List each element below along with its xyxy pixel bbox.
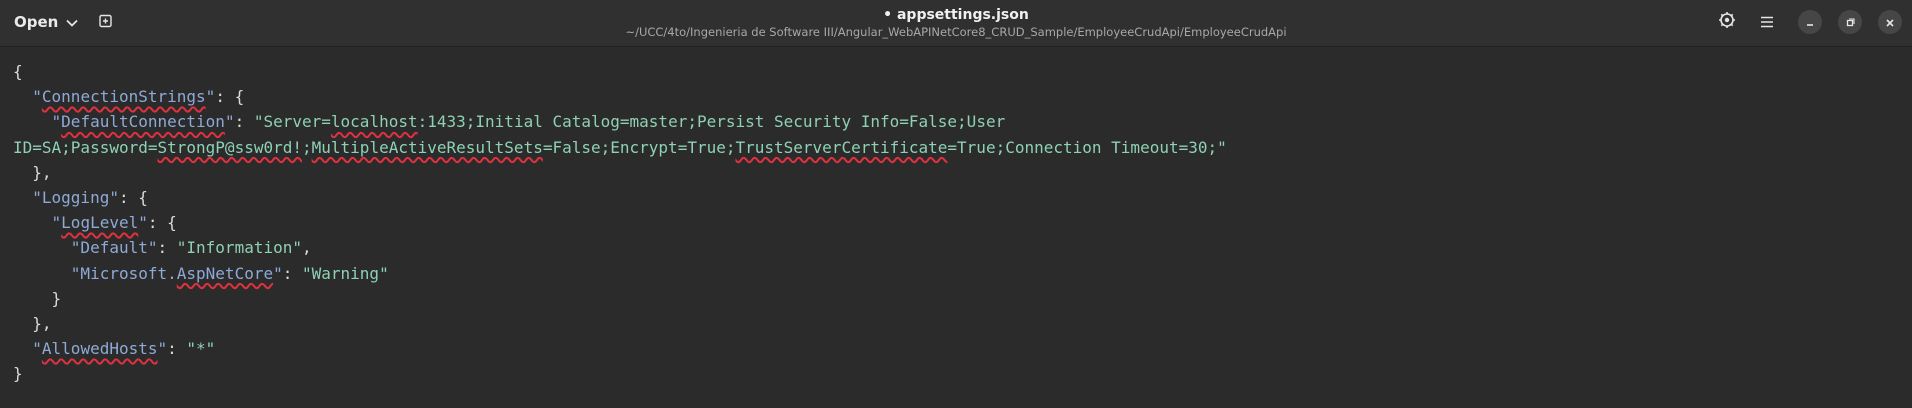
code-line: "LogLevel": { [51, 213, 177, 233]
code-line: "AllowedHosts": "*" [32, 339, 216, 359]
close-button[interactable] [1878, 10, 1902, 34]
spellcheck-word: localhost [330, 112, 418, 132]
spellcheck-word: StrongP@ssw0rd! [157, 137, 303, 157]
json-string: "Information" [176, 238, 302, 258]
json-key: "LogLevel" [51, 213, 148, 233]
code-line: }, [13, 162, 52, 182]
hamburger-menu-icon [1760, 13, 1774, 32]
json-key: "DefaultConnection" [51, 112, 235, 132]
code-line: { [13, 62, 23, 81]
json-string: ID=SA;Password=StrongP@ssw0rd!;MultipleA… [13, 137, 1227, 157]
code-line: ID=SA;Password=StrongP@ssw0rd!;MultipleA… [13, 138, 1227, 157]
code-line: } [13, 288, 62, 308]
spellcheck-word: LogLevel [61, 213, 139, 233]
settings-button[interactable] [1712, 8, 1742, 36]
json-key: "Logging" [32, 188, 119, 208]
code-line: }, [13, 314, 52, 334]
spellcheck-word: TrustServerCertificate [735, 137, 948, 157]
main-menu-button[interactable] [1752, 8, 1782, 36]
json-key: "ConnectionStrings" [32, 87, 216, 107]
spellcheck-word: AllowedHosts [41, 339, 158, 359]
window-controls [1712, 8, 1902, 36]
code-line: "Microsoft.AspNetCore": "Warning" [70, 263, 389, 283]
restore-button[interactable] [1838, 10, 1862, 34]
document-path: ~/UCC/4to/Ingenieria de Software III/Ang… [625, 25, 1287, 39]
gear-icon [1718, 11, 1736, 33]
code-line: "Default": "Information", [70, 238, 312, 258]
code-line: "ConnectionStrings": { [32, 87, 245, 107]
code-line: } [13, 364, 23, 384]
spellcheck-word: AspNetCore [176, 263, 274, 283]
text-editor-area[interactable]: { "ConnectionStrings": { "DefaultConnect… [0, 47, 1912, 408]
code-line: "DefaultConnection": "Server=localhost:1… [51, 112, 1006, 132]
json-key: "Default" [70, 238, 158, 258]
open-label: Open [14, 13, 59, 31]
code-line: "Logging": { [32, 188, 148, 208]
json-string: "*" [186, 339, 216, 359]
document-title: • appsettings.json [883, 7, 1029, 23]
open-button[interactable]: Open [6, 9, 86, 35]
spellcheck-word: MultipleActiveResultSets [311, 137, 543, 157]
title-area: • appsettings.json ~/UCC/4to/Ingenieria … [500, 6, 1412, 40]
json-string: "Server=localhost:1433;Initial Catalog=m… [253, 112, 1006, 132]
new-tab-button[interactable] [92, 9, 120, 35]
minimize-icon [1805, 13, 1815, 32]
minimize-button[interactable] [1798, 10, 1822, 34]
json-key: "AllowedHosts" [32, 339, 168, 359]
spellcheck-word: ConnectionStrings [41, 87, 206, 107]
json-key: "Microsoft.AspNetCore" [70, 263, 283, 283]
chevron-down-icon [66, 13, 78, 31]
json-string: "Warning" [302, 263, 389, 283]
spellcheck-word: DefaultConnection [61, 112, 225, 132]
restore-icon [1845, 13, 1855, 32]
new-tab-icon [99, 13, 113, 32]
header-bar: Open • appsettings.json ~/UCC/4to/Ingeni… [0, 0, 1912, 47]
close-icon [1885, 13, 1895, 32]
code-view[interactable]: { "ConnectionStrings": { "DefaultConnect… [13, 59, 1227, 387]
